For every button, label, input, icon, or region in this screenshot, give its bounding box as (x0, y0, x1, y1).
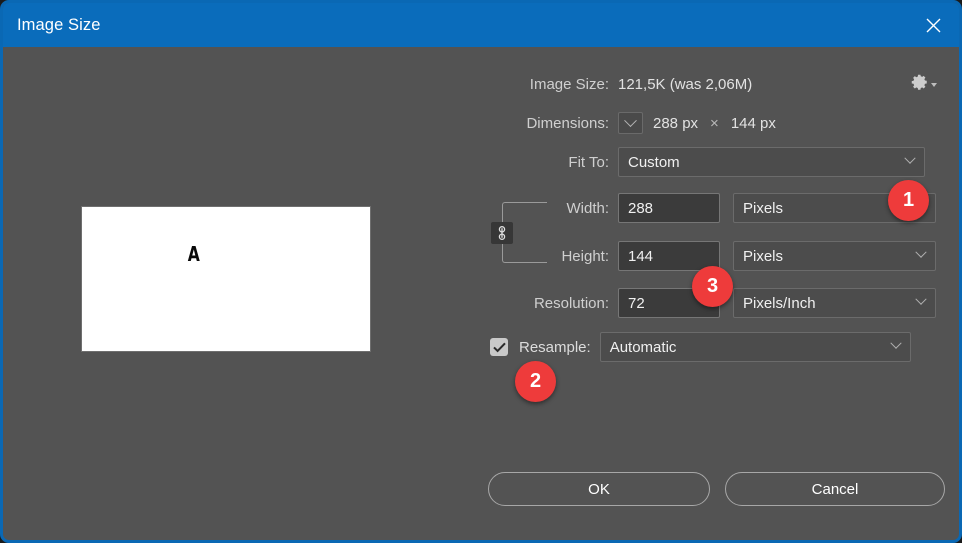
chevron-down-icon (915, 293, 927, 305)
resolution-unit-value: Pixels/Inch (743, 294, 816, 312)
width-row: Width: 288 Pixels (473, 193, 959, 223)
resample-select[interactable]: Automatic (599, 332, 911, 362)
resample-label: Resample: (519, 338, 591, 356)
annotation-badge-1: 1 (888, 180, 929, 221)
gear-icon (911, 74, 927, 90)
chevron-down-icon (904, 152, 916, 164)
resolution-unit-dropdown[interactable]: Pixels/Inch (733, 288, 936, 318)
resample-row: Resample: Automatic (473, 332, 959, 362)
width-label: Width: (566, 199, 609, 217)
width-input[interactable]: 288 (618, 193, 720, 223)
image-size-row: Image Size: 121,5K (was 2,06M) (473, 69, 959, 99)
height-label: Height: (561, 247, 609, 265)
annotation-badge-3: 3 (692, 266, 733, 307)
dialog-footer: OK Cancel (3, 472, 959, 518)
image-size-value: 121,5K (was 2,06M) (618, 75, 753, 93)
image-size-label: Image Size: (529, 75, 609, 93)
fit-to-row: Fit To: Custom (473, 147, 959, 177)
width-unit-value: Pixels (743, 199, 784, 217)
gear-caret-icon (931, 83, 937, 87)
annotation-badge-2: 2 (515, 361, 556, 402)
settings-gear-button[interactable] (908, 68, 940, 96)
image-size-dialog: Image Size A Image Size: 121,5K (was 2,0… (0, 0, 962, 543)
dialog-titlebar: Image Size (3, 3, 959, 47)
checkmark-icon (492, 342, 506, 352)
height-unit-dropdown[interactable]: Pixels (733, 241, 936, 271)
dimensions-label: Dimensions: (526, 114, 609, 132)
image-preview[interactable]: A (82, 207, 370, 351)
chevron-down-icon (915, 246, 927, 258)
resolution-label: Resolution: (533, 294, 609, 312)
dimensions-unit-dropdown[interactable] (618, 112, 643, 134)
chevron-down-icon (890, 337, 902, 349)
fit-to-select[interactable]: Custom (618, 147, 925, 177)
preview-panel: A (3, 47, 473, 540)
close-icon (926, 18, 940, 32)
preview-glyph: A (187, 242, 200, 266)
height-unit-value: Pixels (743, 247, 784, 265)
resample-checkbox[interactable] (490, 338, 508, 356)
dimensions-width-value: 288 px (653, 114, 699, 132)
dimensions-separator: × (710, 114, 719, 132)
dimensions-row: Dimensions: 288 px × 144 px (473, 108, 959, 138)
close-button[interactable] (907, 3, 959, 47)
resample-value: Automatic (609, 338, 677, 356)
cancel-button[interactable]: Cancel (725, 472, 945, 506)
fit-to-label: Fit To: (568, 153, 609, 171)
dialog-title: Image Size (17, 15, 101, 34)
ok-button[interactable]: OK (488, 472, 710, 506)
chevron-down-icon (624, 113, 637, 127)
chain-link-icon (498, 226, 506, 240)
fit-to-value: Custom (628, 153, 680, 171)
dimensions-height-value: 144 px (730, 114, 776, 132)
